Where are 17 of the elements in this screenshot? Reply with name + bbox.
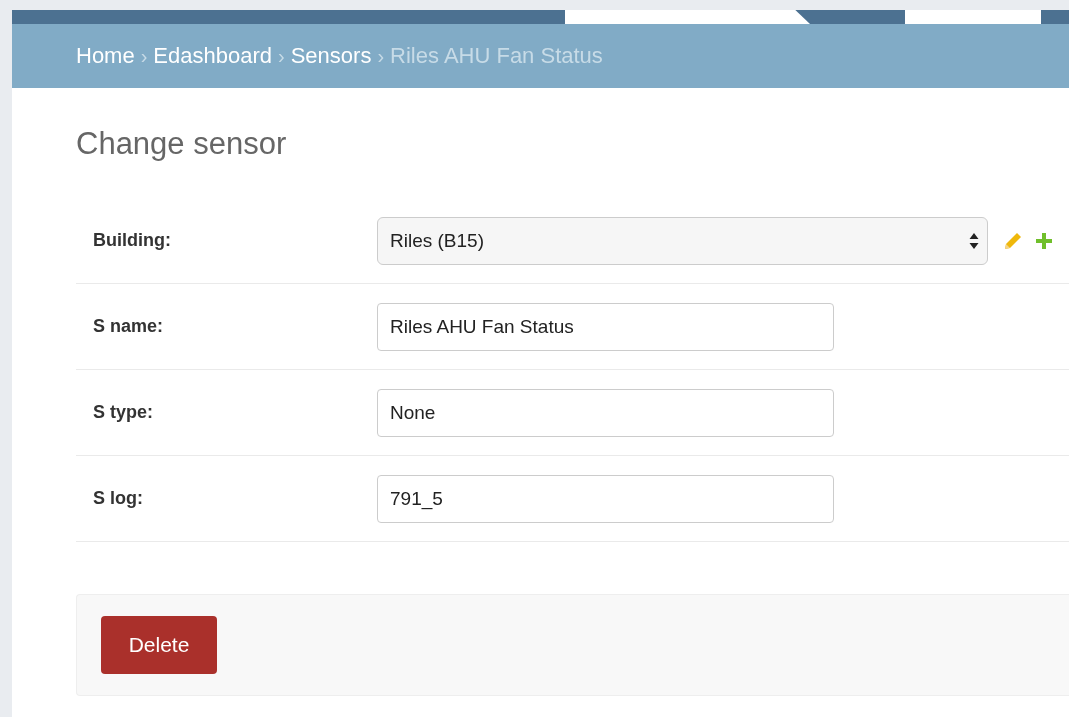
text-field[interactable]: Riles AHU Fan Status: [377, 302, 834, 351]
breadcrumb-separator: ›: [377, 44, 385, 68]
breadcrumb-separator: ›: [278, 44, 285, 68]
updown-arrows-icon: [969, 231, 979, 250]
select-field[interactable]: Riles (B15): [377, 216, 988, 265]
text-field[interactable]: None: [377, 388, 834, 437]
page-heading: Change sensor: [76, 126, 288, 162]
breadcrumb-separator: ›: [140, 44, 148, 68]
field-label: S name:: [93, 316, 165, 337]
field-label: S type:: [93, 402, 154, 423]
delete-button[interactable]: Delete: [101, 616, 217, 674]
field-label: S log:: [93, 488, 144, 509]
pencil-icon[interactable]: [1004, 231, 1022, 250]
plus-icon[interactable]: [1036, 232, 1052, 249]
field-label: Building:: [93, 230, 172, 251]
current-page-title: Riles AHU Fan Status: [390, 43, 603, 69]
text-field[interactable]: 791_5: [377, 474, 834, 523]
